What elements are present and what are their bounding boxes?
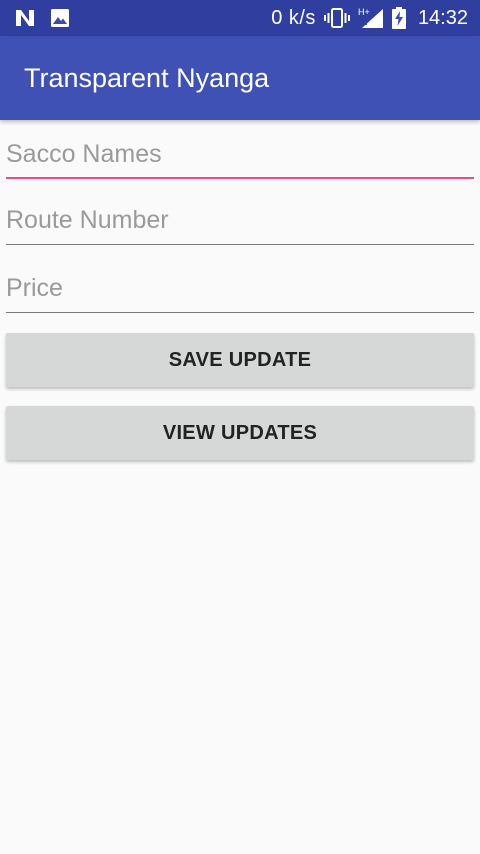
clock: 14:32 — [417, 6, 468, 29]
app-title: Transparent Nyanga — [24, 62, 270, 93]
route-number-input[interactable] — [6, 197, 474, 244]
sacco-names-input[interactable] — [6, 131, 474, 177]
route-number-field[interactable] — [6, 197, 474, 245]
image-notification-icon — [50, 8, 70, 28]
n-notification-icon — [14, 8, 36, 28]
battery-charging-icon — [391, 7, 406, 29]
signal-icon: H+ — [358, 7, 384, 29]
app-bar: Transparent Nyanga — [0, 36, 480, 120]
network-type-label: H+ — [358, 7, 370, 17]
price-input[interactable] — [6, 265, 474, 312]
view-updates-button[interactable]: VIEW UPDATES — [6, 406, 474, 460]
sacco-names-field[interactable] — [6, 131, 474, 179]
network-speed: 0 k/s — [271, 6, 316, 29]
save-update-button[interactable]: SAVE UPDATE — [6, 333, 474, 387]
price-field[interactable] — [6, 265, 474, 313]
status-bar: 0 k/s H+ 14:32 — [0, 0, 480, 36]
vibrate-icon — [323, 8, 350, 28]
